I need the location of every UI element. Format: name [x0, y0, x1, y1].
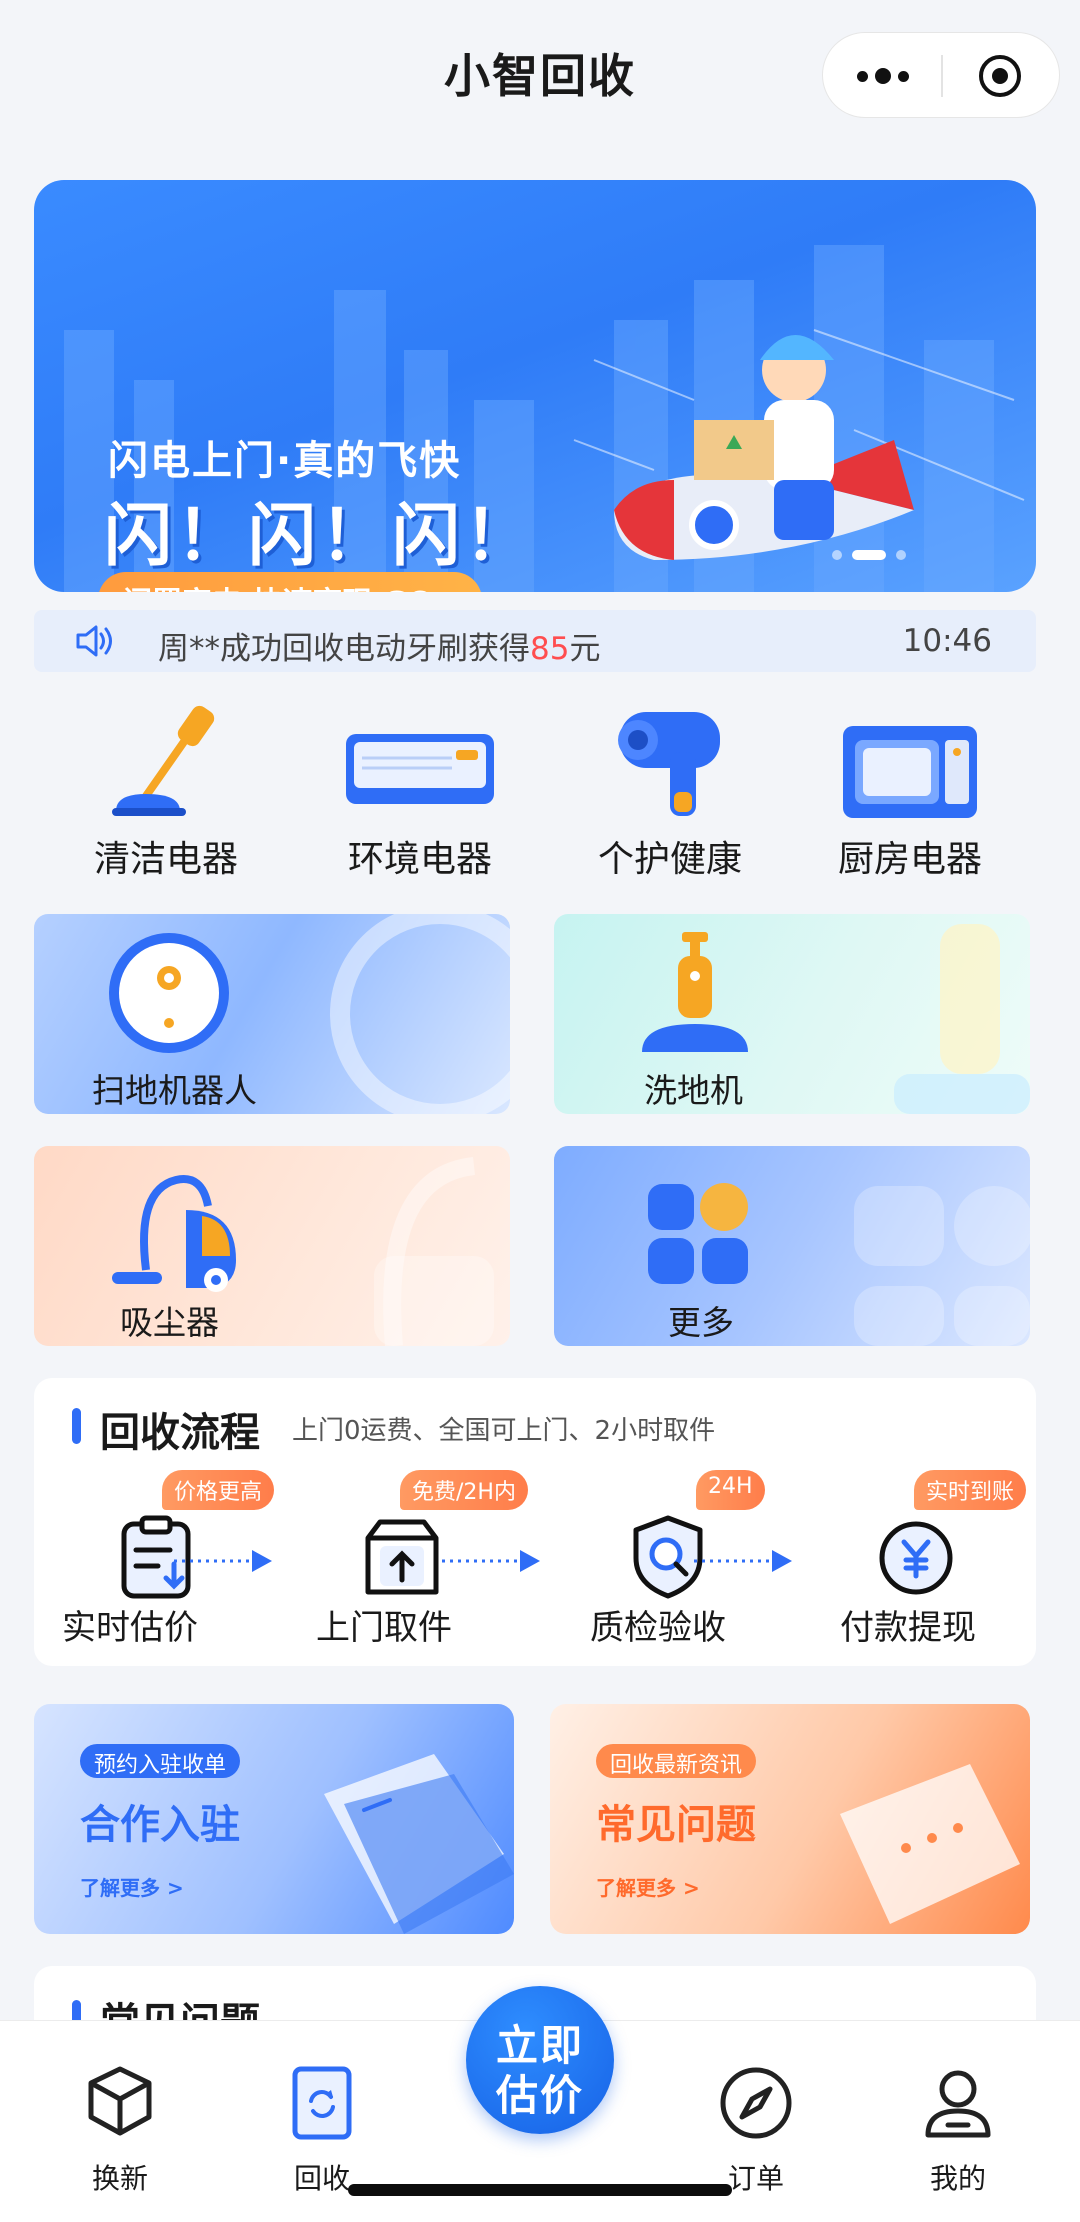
promo-partnership[interactable]: 预约入驻收单 合作入驻 了解更多 >: [34, 1704, 514, 1934]
promo-pill: 预约入驻收单: [80, 1744, 241, 1778]
speaker-icon: [76, 625, 112, 657]
compass-icon: [720, 2067, 792, 2139]
step-label: 付款提现: [840, 1608, 976, 1648]
cordless-vacuum-icon: [112, 705, 215, 816]
capsule-divider: [941, 55, 943, 97]
box-upload-icon: [365, 1519, 439, 1595]
category-kitchen[interactable]: 厨房电器: [790, 690, 1030, 890]
notice-time: 10:46: [902, 623, 992, 659]
canister-vacuum-icon: [112, 1175, 236, 1292]
step-tag: 免费/2H内: [400, 1470, 528, 1510]
step-label: 质检验收: [590, 1608, 726, 1648]
hair-dryer-icon: [618, 712, 720, 816]
floor-washer-watermark: [894, 924, 1030, 1114]
category-personal-care[interactable]: 个护健康: [550, 690, 790, 890]
step-arrow: [442, 1550, 540, 1572]
step-tag: 24H: [696, 1470, 765, 1510]
feature-label: 洗地机: [644, 1071, 743, 1110]
tab-label: 换新: [91, 2162, 148, 2195]
tab-profile[interactable]: 我的: [888, 2045, 1028, 2195]
home-indicator: [348, 2184, 732, 2196]
step-arrow: [694, 1550, 792, 1572]
air-conditioner-icon: [346, 734, 494, 804]
process-subtitle: 上门0运费、全国可上门、2小时取件: [292, 1416, 716, 1446]
banner-subtitle: 闪电上门·真的飞快: [108, 438, 462, 484]
close-target-icon[interactable]: [977, 53, 1023, 99]
tab-recycle[interactable]: 回收: [252, 2045, 392, 2195]
step-tag: 实时到账: [914, 1470, 1027, 1510]
more-grid-icon: [648, 1183, 748, 1284]
category-label: 清洁电器: [93, 839, 238, 880]
promo-faq[interactable]: 回收最新资讯 常见问题 了解更多 >: [550, 1704, 1030, 1934]
folder-illustration: [324, 1754, 514, 1934]
step-label: 实时估价: [62, 1608, 198, 1648]
step-arrow: [174, 1550, 272, 1572]
promo-title: 常见问题: [596, 1802, 756, 1848]
category-cleaning[interactable]: 清洁电器: [46, 690, 286, 890]
category-label: 厨房电器: [837, 839, 982, 880]
category-label: 个护健康: [597, 839, 742, 880]
category-environment[interactable]: 环境电器: [300, 690, 540, 890]
feature-robot-vacuum[interactable]: 扫地机器人: [34, 914, 510, 1114]
yuan-coin-icon: [879, 1521, 953, 1595]
notice-amount: 85: [530, 631, 570, 667]
banner-cta-button[interactable]: 闲置家电 快速变现 GO>: [98, 572, 483, 592]
tab-renew[interactable]: 换新: [50, 2045, 190, 2195]
feature-label: 吸尘器: [120, 1303, 219, 1342]
microwave-icon: [843, 726, 977, 818]
notice-message: 周**成功回收电动牙刷获得85元: [158, 631, 601, 667]
section-accent-bar: [72, 1408, 81, 1444]
promo-title: 合作入驻: [80, 1802, 240, 1848]
feature-label: 更多: [668, 1303, 734, 1342]
recycle-process-card: 回收流程 上门0运费、全国可上门、2小时取件 价格更高 实时估价 免费/2H内 …: [34, 1378, 1036, 1666]
user-icon: [925, 2070, 991, 2138]
process-title: 回收流程: [100, 1410, 260, 1456]
feature-floor-washer[interactable]: 洗地机: [554, 914, 1030, 1114]
step-payment: 实时到账 付款提现: [840, 1470, 1040, 1660]
instant-estimate-button[interactable]: 立即 估价: [466, 1986, 614, 2134]
learn-more-link[interactable]: 了解更多 >: [596, 1872, 700, 1901]
feature-canister-vacuum[interactable]: 吸尘器: [34, 1146, 510, 1346]
tab-label: 我的: [929, 2162, 986, 2195]
mini-program-capsule: [822, 32, 1060, 118]
category-label: 环境电器: [347, 839, 492, 880]
robot-vacuum-icon: [109, 933, 229, 1053]
step-tag: 价格更高: [162, 1470, 275, 1510]
canister-vacuum-watermark: [374, 1157, 494, 1346]
feature-more[interactable]: 更多: [554, 1146, 1030, 1346]
cube-icon: [88, 2066, 152, 2136]
promo-pill: 回收最新资讯: [596, 1744, 757, 1778]
recycle-phone-icon: [292, 2066, 352, 2140]
banner-headline: 闪！闪！闪！: [104, 497, 537, 576]
chat-bubble-illustration: [840, 1764, 1020, 1924]
more-grid-watermark: [854, 1186, 1030, 1346]
promo-banner[interactable]: 闪电上门·真的飞快 闪！闪！闪！ 闲置家电 快速变现 GO>: [34, 180, 1036, 592]
robot-vacuum-watermark: [330, 914, 510, 1114]
feature-label: 扫地机器人: [92, 1071, 257, 1110]
category-row: 清洁电器 环境电器 个护健康 厨房电器: [0, 690, 1080, 890]
floor-washer-icon: [642, 932, 748, 1052]
top-nav-bar: 小智回收: [0, 0, 1080, 150]
learn-more-link[interactable]: 了解更多 >: [80, 1872, 184, 1901]
recycle-notice-bar: 周**成功回收电动牙刷获得85元 10:46: [34, 610, 1036, 672]
tab-orders[interactable]: 订单: [686, 2045, 826, 2195]
more-options-icon[interactable]: [853, 59, 913, 93]
step-label: 上门取件: [316, 1608, 452, 1648]
banner-pagination: [832, 550, 906, 560]
